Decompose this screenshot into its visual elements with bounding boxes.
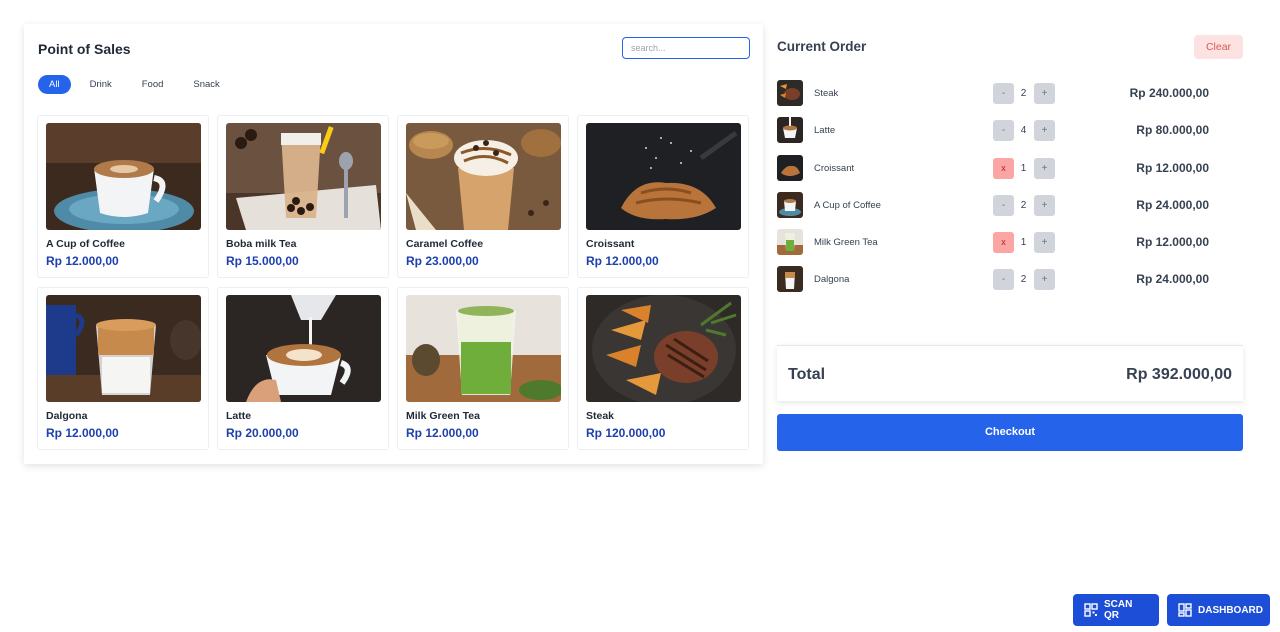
scan-qr-label: SCAN QR <box>1104 599 1133 621</box>
product-price: Rp 12.000,00 <box>46 254 119 268</box>
quantity-value: 1 <box>1020 162 1027 174</box>
croissant-image <box>586 123 741 230</box>
product-name: Latte <box>226 410 252 422</box>
increase-button[interactable]: + <box>1034 157 1055 179</box>
product-name: Croissant <box>586 238 635 250</box>
product-card[interactable]: Croissant Rp 12.000,00 <box>577 115 749 278</box>
decrease-button[interactable]: - <box>993 194 1014 216</box>
product-price: Rp 120.000,00 <box>586 426 666 440</box>
coffee-cup-image <box>46 123 201 230</box>
product-price: Rp 12.000,00 <box>406 426 479 440</box>
quantity-value: 2 <box>1020 199 1027 211</box>
product-card[interactable]: Latte Rp 20.000,00 <box>217 287 389 450</box>
order-item-price: Rp 12.000,00 <box>1136 160 1209 175</box>
product-name: Milk Green Tea <box>406 410 480 422</box>
clear-button[interactable]: Clear <box>1194 35 1243 59</box>
dashboard-button[interactable]: DASHBOARD <box>1167 594 1270 626</box>
product-grid: A Cup of Coffee Rp 12.000,00 Boba milk T… <box>37 115 749 450</box>
category-snack[interactable]: Snack <box>182 75 230 94</box>
order-list: Steak - 2 + Rp 240.000,00 Latte - 4 + Rp… <box>777 80 1243 304</box>
steak-thumbnail <box>777 80 803 106</box>
qr-code-icon <box>1084 603 1098 617</box>
latte-thumbnail <box>777 117 803 144</box>
quantity-value: 4 <box>1020 125 1027 137</box>
coffee-cup-thumbnail <box>777 191 803 218</box>
quantity-value: 2 <box>1020 88 1027 99</box>
order-item-name: Steak <box>814 88 839 99</box>
increase-button[interactable]: + <box>1034 120 1055 142</box>
category-food[interactable]: Food <box>131 75 175 94</box>
search-input[interactable] <box>622 37 750 59</box>
quantity-value: 1 <box>1020 237 1027 249</box>
order-item-price: Rp 80.000,00 <box>1136 123 1209 138</box>
boba-tea-image <box>226 123 381 230</box>
product-card[interactable]: Steak Rp 120.000,00 <box>577 287 749 450</box>
order-item: Croissant x 1 + Rp 12.000,00 <box>777 154 1243 192</box>
croissant-thumbnail <box>777 154 803 181</box>
product-name: A Cup of Coffee <box>46 238 125 250</box>
product-card[interactable]: Caramel Coffee Rp 23.000,00 <box>397 115 569 278</box>
order-item-price: Rp 24.000,00 <box>1136 197 1209 212</box>
product-name: Steak <box>586 410 615 422</box>
quantity-value: 2 <box>1020 274 1027 286</box>
steak-image <box>586 295 741 402</box>
total-value: Rp 392.000,00 <box>1126 366 1232 383</box>
product-card[interactable]: Dalgona Rp 12.000,00 <box>37 287 209 450</box>
product-card[interactable]: Milk Green Tea Rp 12.000,00 <box>397 287 569 450</box>
order-item: Milk Green Tea x 1 + Rp 12.000,00 <box>777 229 1243 266</box>
order-item-name: Latte <box>814 125 836 137</box>
category-drink[interactable]: Drink <box>79 75 123 94</box>
decrease-button[interactable]: - <box>993 120 1014 142</box>
order-item-price: Rp 240.000,00 <box>1129 86 1209 100</box>
order-title: Current Order <box>777 39 867 54</box>
product-price: Rp 23.000,00 <box>406 254 479 268</box>
pos-panel: Point of Sales All Drink Food Snack <box>24 24 763 464</box>
category-filter: All Drink Food Snack <box>38 75 231 94</box>
checkout-button[interactable]: Checkout <box>777 414 1243 451</box>
remove-button[interactable]: x <box>993 232 1014 254</box>
order-item: A Cup of Coffee - 2 + Rp 24.000,00 <box>777 191 1243 229</box>
latte-image <box>226 295 381 402</box>
increase-button[interactable]: + <box>1034 232 1055 254</box>
product-name: Dalgona <box>46 410 88 422</box>
green-tea-thumbnail <box>777 229 803 256</box>
product-price: Rp 12.000,00 <box>46 426 119 440</box>
order-item: Latte - 4 + Rp 80.000,00 <box>777 117 1243 154</box>
increase-button[interactable]: + <box>1034 194 1055 216</box>
order-item: Steak - 2 + Rp 240.000,00 <box>777 80 1243 117</box>
dashboard-label: DASHBOARD <box>1198 604 1263 616</box>
green-tea-image <box>406 295 561 402</box>
remove-button[interactable]: x <box>993 157 1014 179</box>
increase-button[interactable]: + <box>1034 269 1055 291</box>
total-summary: Total Rp 392.000,00 <box>777 345 1243 401</box>
order-item-price: Rp 24.000,00 <box>1136 272 1209 287</box>
order-item-name: A Cup of Coffee <box>814 199 881 211</box>
product-price: Rp 12.000,00 <box>586 254 659 268</box>
product-name: Boba milk Tea <box>226 238 297 250</box>
product-card[interactable]: A Cup of Coffee Rp 12.000,00 <box>37 115 209 278</box>
page-title: Point of Sales <box>38 41 131 57</box>
increase-button[interactable]: + <box>1034 83 1055 104</box>
dalgona-image <box>46 295 201 402</box>
order-item-price: Rp 12.000,00 <box>1136 235 1209 250</box>
product-name: Caramel Coffee <box>406 238 484 250</box>
order-item-name: Dalgona <box>814 274 850 286</box>
dalgona-thumbnail <box>777 266 803 293</box>
dashboard-icon <box>1178 603 1192 617</box>
order-item-name: Croissant <box>814 162 855 174</box>
product-price: Rp 15.000,00 <box>226 254 299 268</box>
decrease-button[interactable]: - <box>993 269 1014 291</box>
total-label: Total <box>788 366 826 383</box>
order-item: Dalgona - 2 + Rp 24.000,00 <box>777 266 1243 303</box>
product-card[interactable]: Boba milk Tea Rp 15.000,00 <box>217 115 389 278</box>
caramel-coffee-image <box>406 123 561 230</box>
category-all[interactable]: All <box>38 75 71 94</box>
decrease-button[interactable]: - <box>993 83 1014 104</box>
product-price: Rp 20.000,00 <box>226 426 299 440</box>
scan-qr-button[interactable]: SCAN QR <box>1073 594 1159 626</box>
order-item-name: Milk Green Tea <box>814 237 878 249</box>
